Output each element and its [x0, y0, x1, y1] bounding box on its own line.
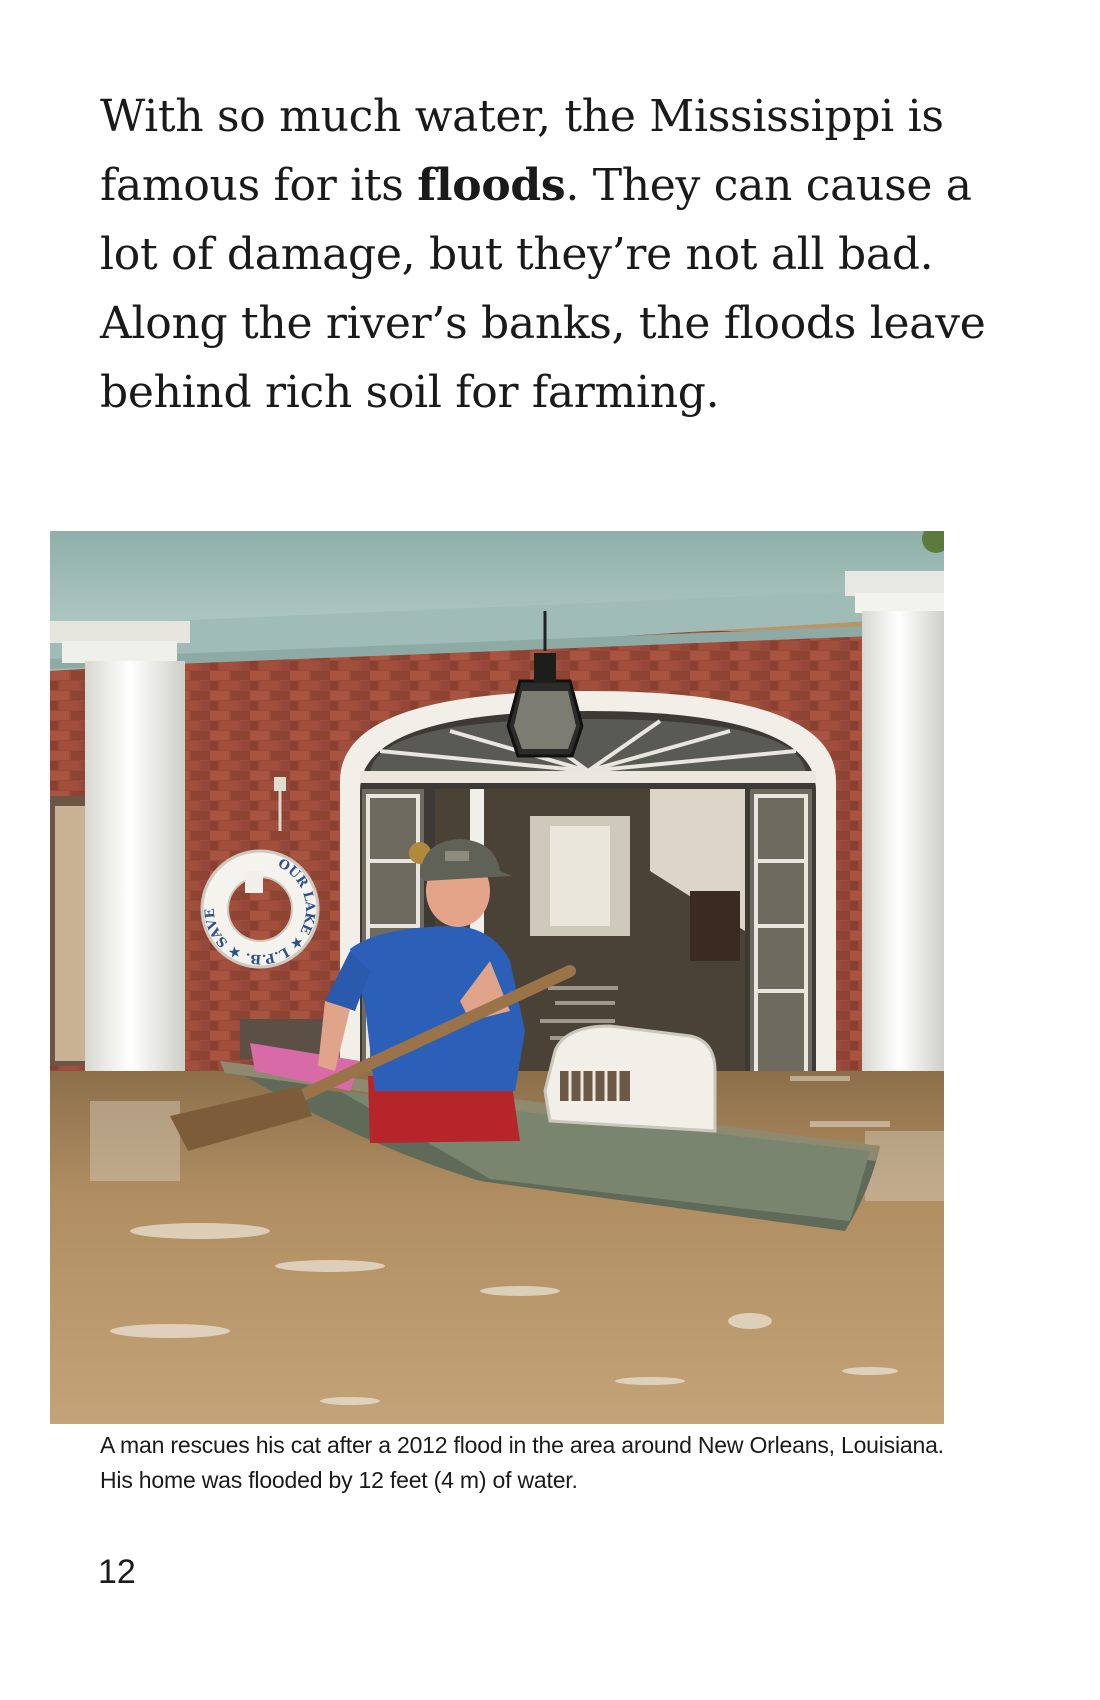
pet-carrier — [543, 1024, 717, 1133]
glossary-term-floods: floods — [417, 160, 566, 211]
flood-rescue-photo: OUR LAKE ★ L.P.B. ★ SAVE — [50, 531, 944, 1424]
photo-caption: A man rescues his cat after a 2012 flood… — [100, 1432, 944, 1493]
body-paragraph: With so much water, the Mississippi is f… — [100, 82, 1000, 427]
life-ring: OUR LAKE ★ L.P.B. ★ SAVE — [200, 849, 320, 969]
page-number: 12 — [98, 1553, 136, 1591]
